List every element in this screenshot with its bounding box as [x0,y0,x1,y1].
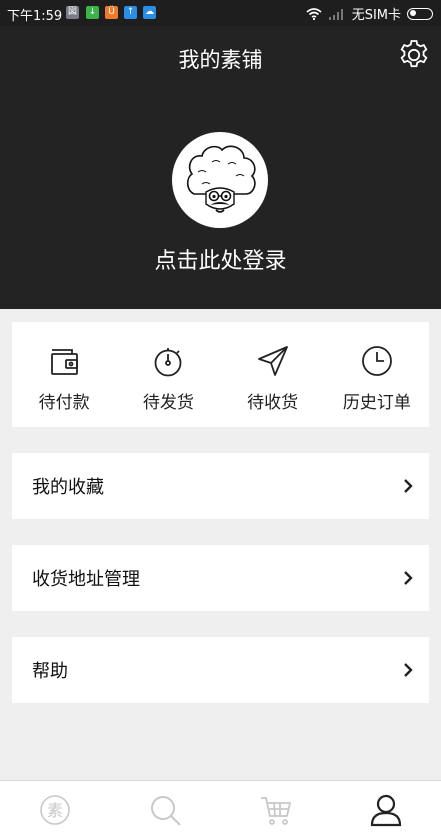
nav-cart[interactable] [221,781,331,839]
cloud-icon-blue: ☁ [143,6,156,19]
order-label: 待付款 [38,393,90,413]
order-pending-payment[interactable]: 待付款 [12,322,116,427]
order-status-card: 待付款 待发货 待收货 历史订单 [12,322,429,427]
status-bar: 下午1:59 図 ↓ Ü ↑ ☁ 无SIM卡 [0,0,441,26]
clock-icon [361,346,392,376]
order-label: 待发货 [142,393,194,413]
signal-icon [328,8,343,20]
wifi-icon [306,7,322,20]
su-logo-icon: 素 [40,795,70,825]
page-title: 我的素铺 [178,48,263,72]
chevron-right-icon [404,571,413,585]
app-icon-gray: 図 [66,6,79,19]
user-icon [370,794,401,827]
carrier-text: 无SIM卡 [351,8,401,23]
stopwatch-icon [154,348,182,377]
chevron-right-icon [404,663,413,677]
profile-header: 我的素铺 点击此处登录 [0,26,441,309]
nav-home[interactable]: 素 [0,781,110,839]
battery-icon [407,7,433,20]
menu-address-management[interactable]: 收货地址管理 [12,545,429,611]
menu-label: 帮助 [32,661,68,682]
status-time: 下午1:59 [7,9,63,24]
menu-help[interactable]: 帮助 [12,637,429,703]
gear-icon[interactable] [397,38,431,72]
cart-icon [260,797,291,825]
wallet-icon [51,349,79,375]
order-history[interactable]: 历史订单 [325,322,429,427]
su-logo-glyph: 素 [47,801,63,820]
avatar[interactable] [172,132,268,228]
menu-favorites[interactable]: 我的收藏 [12,453,429,519]
nav-search[interactable] [110,781,220,839]
chevron-right-icon [404,479,413,493]
paper-plane-icon [257,346,288,376]
order-label: 历史订单 [342,393,411,413]
nav-profile[interactable] [331,781,441,839]
afro-avatar-icon [186,145,256,213]
app-icon-blue: ↑ [124,6,137,19]
login-link[interactable]: 点击此处登录 [0,243,441,275]
bottom-nav: 素 [0,780,441,839]
order-pending-shipment[interactable]: 待发货 [116,322,220,427]
order-label: 待收货 [247,393,299,413]
menu-label: 收货地址管理 [32,569,140,590]
menu-label: 我的收藏 [32,477,104,498]
order-pending-receipt[interactable]: 待收货 [221,322,325,427]
search-icon [151,796,182,826]
app-icon-orange: Ü [105,6,118,19]
app-icon-green: ↓ [86,6,99,19]
